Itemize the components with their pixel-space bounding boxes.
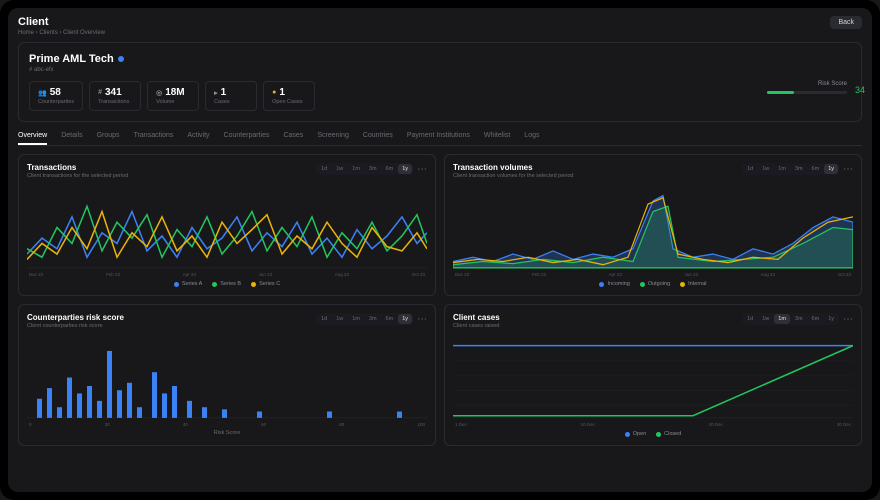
- legend-dot-icon: [212, 282, 217, 287]
- legend-dot-icon: [640, 282, 645, 287]
- breadcrumb: Home › Clients › Client Overview: [18, 30, 105, 36]
- stat-open-cases: ●1Open Cases: [263, 81, 315, 111]
- stat-volume: ◎18MVolume: [147, 81, 199, 111]
- legend: Open Closed: [453, 431, 853, 437]
- open-case-icon: ●: [272, 89, 276, 96]
- time-1y[interactable]: 1y: [398, 164, 412, 174]
- legend: Incoming Outgoing Internal: [453, 281, 853, 287]
- time-1w[interactable]: 1w: [332, 314, 347, 324]
- legend-dot-icon: [625, 432, 630, 437]
- more-icon[interactable]: ⋯: [843, 314, 853, 325]
- chart-volumes: [453, 185, 853, 270]
- client-name: Prime AML Tech: [29, 53, 114, 65]
- time-6m[interactable]: 6m: [382, 314, 398, 324]
- time-3m[interactable]: 3m: [791, 164, 807, 174]
- hash-icon: #: [98, 89, 102, 96]
- tab-countries[interactable]: Countries: [363, 128, 393, 145]
- x-axis-labels: Dec 22Feb 23Apr 23Jun 23Aug 23Oct 23: [27, 272, 427, 277]
- time-selector: 1d1w1m3m6m1y: [742, 163, 839, 175]
- time-selector: 1d1w1m3m6m1y: [316, 163, 413, 175]
- time-1d[interactable]: 1d: [743, 314, 757, 324]
- risk-bar: 34: [767, 91, 847, 94]
- time-3m[interactable]: 3m: [365, 314, 381, 324]
- more-icon[interactable]: ⋯: [417, 164, 427, 175]
- more-icon[interactable]: ⋯: [843, 164, 853, 175]
- time-1w[interactable]: 1w: [758, 314, 773, 324]
- breadcrumb-item: Client Overview: [63, 30, 105, 36]
- time-1y[interactable]: 1y: [824, 164, 838, 174]
- legend-dot-icon: [599, 282, 604, 287]
- legend-dot-icon: [174, 282, 179, 287]
- tabs: Overview Details Groups Transactions Act…: [18, 128, 862, 146]
- time-1m[interactable]: 1m: [348, 314, 364, 324]
- time-selector: 1d1w1m3m6m1y: [316, 313, 413, 325]
- people-icon: 👥: [38, 89, 47, 97]
- time-selector: 1d1w1m3m6m1y: [742, 313, 839, 325]
- tab-logs[interactable]: Logs: [524, 128, 539, 145]
- chart-risk: [27, 335, 427, 420]
- time-6m[interactable]: 6m: [808, 164, 824, 174]
- case-icon: ▸: [214, 89, 218, 97]
- legend-dot-icon: [251, 282, 256, 287]
- card-transactions: TransactionsClient transactions for the …: [18, 154, 436, 296]
- legend: Series A Series B Series C: [27, 281, 427, 287]
- tab-payment-institutions[interactable]: Payment Institutions: [407, 128, 470, 145]
- x-axis-labels: 020406080100: [27, 422, 427, 427]
- x-axis-labels: 1 Dec10 Dec20 Dec30 Dec: [453, 422, 853, 427]
- risk-score: Risk Score 34: [767, 81, 851, 96]
- tab-activity[interactable]: Activity: [187, 128, 209, 145]
- card-cases: Client casesClient cases raised 1d1w1m3m…: [444, 304, 862, 446]
- legend-dot-icon: [680, 282, 685, 287]
- time-1y[interactable]: 1y: [824, 314, 838, 324]
- tab-groups[interactable]: Groups: [97, 128, 120, 145]
- client-header: Prime AML Tech # abc-efx 👥58Counterparti…: [18, 42, 862, 122]
- stat-transactions: #341Transactions: [89, 81, 141, 111]
- time-1w[interactable]: 1w: [332, 164, 347, 174]
- breadcrumb-item[interactable]: Home: [18, 30, 34, 36]
- client-id: # abc-efx: [29, 67, 851, 73]
- tab-cases[interactable]: Cases: [283, 128, 303, 145]
- time-1m[interactable]: 1m: [774, 314, 790, 324]
- stat-cases: ▸1Cases: [205, 81, 257, 111]
- verified-icon: [118, 56, 124, 62]
- legend-dot-icon: [656, 432, 661, 437]
- time-3m[interactable]: 3m: [365, 164, 381, 174]
- breadcrumb-item[interactable]: Clients: [39, 30, 57, 36]
- tab-counterparties[interactable]: Counterparties: [224, 128, 270, 145]
- tab-whitelist[interactable]: Whitelist: [484, 128, 510, 145]
- time-1y[interactable]: 1y: [398, 314, 412, 324]
- stat-counterparties: 👥58Counterparties: [29, 81, 83, 111]
- time-1w[interactable]: 1w: [758, 164, 773, 174]
- volume-icon: ◎: [156, 89, 162, 97]
- time-1m[interactable]: 1m: [774, 164, 790, 174]
- time-6m[interactable]: 6m: [382, 164, 398, 174]
- tab-overview[interactable]: Overview: [18, 128, 47, 145]
- time-6m[interactable]: 6m: [808, 314, 824, 324]
- tab-details[interactable]: Details: [61, 128, 82, 145]
- back-button[interactable]: Back: [830, 16, 862, 29]
- x-axis-title: Risk Score: [27, 430, 427, 436]
- card-volumes: Transaction volumesClient transaction vo…: [444, 154, 862, 296]
- time-1d[interactable]: 1d: [317, 164, 331, 174]
- tab-screening[interactable]: Screening: [317, 128, 349, 145]
- time-1d[interactable]: 1d: [743, 164, 757, 174]
- tab-transactions[interactable]: Transactions: [134, 128, 174, 145]
- more-icon[interactable]: ⋯: [417, 314, 427, 325]
- chart-transactions: [27, 185, 427, 270]
- time-1m[interactable]: 1m: [348, 164, 364, 174]
- card-risk: Counterparties risk scoreClient counterp…: [18, 304, 436, 446]
- chart-cases: [453, 335, 853, 420]
- page-title: Client: [18, 16, 105, 28]
- time-1d[interactable]: 1d: [317, 314, 331, 324]
- time-3m[interactable]: 3m: [791, 314, 807, 324]
- x-axis-labels: Dec 22Feb 23Apr 23Jun 23Aug 23Oct 23: [453, 272, 853, 277]
